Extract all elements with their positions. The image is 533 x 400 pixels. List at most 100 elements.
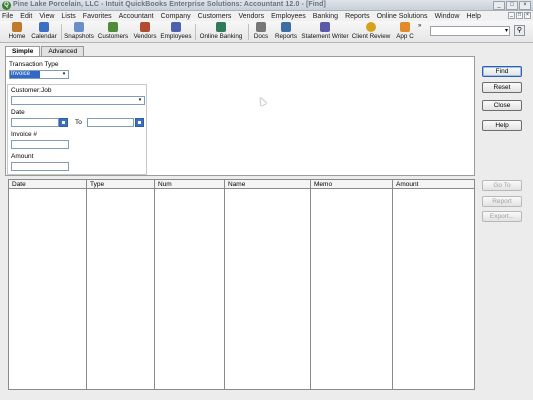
menu-banking[interactable]: Banking — [313, 13, 338, 20]
calendar-icon[interactable] — [59, 118, 68, 127]
tab-advanced[interactable]: Advanced — [41, 46, 85, 56]
chevron-down-icon[interactable]: ▾ — [60, 71, 68, 78]
window-title: Pine Lake Porcelain, LLC - Intuit QuickB… — [13, 1, 326, 8]
mdi-restore-button[interactable]: □ — [516, 12, 523, 19]
menu-company[interactable]: Company — [161, 13, 191, 20]
date-to-label: To — [75, 119, 82, 126]
chevron-down-icon[interactable]: ▾ — [136, 97, 144, 104]
search-input[interactable]: ▾ — [430, 26, 510, 36]
mdi-minimize-button[interactable]: _ — [508, 12, 515, 19]
close-button[interactable]: Close — [482, 100, 522, 111]
mdi-close-button[interactable]: × — [524, 12, 531, 19]
menu-vendors[interactable]: Vendors — [238, 13, 264, 20]
quickbooks-logo-icon: Q — [2, 1, 11, 10]
menu-favorites[interactable]: Favorites — [83, 13, 112, 20]
column-header-num[interactable]: Num — [158, 181, 172, 188]
menu-reports[interactable]: Reports — [345, 13, 370, 20]
transaction-type-label: Transaction Type — [9, 61, 59, 68]
reports-icon — [281, 22, 291, 32]
results-table[interactable]: Date Type Num Name Memo Amount — [8, 179, 475, 390]
customer-job-select[interactable]: ▾ — [11, 96, 145, 105]
find-tabs: Simple Advanced — [5, 46, 85, 57]
find-button[interactable]: Find — [482, 66, 522, 77]
column-header-memo[interactable]: Memo — [314, 181, 332, 188]
toolbar-employees[interactable]: Employees — [160, 22, 192, 42]
search-dropdown-icon[interactable]: ▾ — [505, 27, 508, 35]
toolbar-snapshots-label: Snapshots — [64, 33, 94, 40]
search-button[interactable]: ⚲ — [514, 25, 525, 36]
menu-help[interactable]: Help — [466, 13, 480, 20]
toolbar-docs-label: Docs — [253, 33, 269, 40]
column-type: Type — [87, 180, 155, 389]
menu-file[interactable]: File — [2, 13, 13, 20]
toolbar-app-center-label: App C — [396, 33, 414, 40]
column-memo: Memo — [311, 180, 393, 389]
report-button[interactable]: Report — [482, 196, 522, 207]
toolbar-separator — [195, 24, 196, 40]
maximize-button[interactable]: □ — [506, 1, 518, 10]
transaction-type-value: Invoice — [10, 71, 40, 78]
column-amount: Amount — [393, 180, 474, 389]
title-bar: Q Pine Lake Porcelain, LLC - Intuit Quic… — [0, 0, 533, 11]
mdi-controls: _ □ × — [508, 12, 531, 19]
toolbar-docs[interactable]: Docs — [251, 22, 271, 42]
toolbar-client-review[interactable]: Client Review — [351, 22, 391, 42]
menu-view[interactable]: View — [39, 13, 54, 20]
toolbar-online-banking[interactable]: Online Banking — [198, 22, 244, 42]
toolbar-app-center[interactable]: App C — [393, 22, 417, 42]
toolbar-separator — [248, 24, 249, 40]
toolbar-more-button[interactable]: » — [418, 23, 421, 29]
toolbar-calendar-label: Calendar — [31, 33, 57, 40]
reset-button[interactable]: Reset — [482, 82, 522, 93]
menu-window[interactable]: Window — [435, 13, 460, 20]
toolbar-snapshots[interactable]: Snapshots — [63, 22, 95, 42]
menu-employees[interactable]: Employees — [271, 13, 306, 20]
column-header-name[interactable]: Name — [228, 181, 245, 188]
online-banking-icon — [216, 22, 226, 32]
toolbar-home-label: Home — [8, 33, 26, 40]
statement-writer-icon — [320, 22, 330, 32]
window-controls: _ □ × — [493, 1, 531, 10]
toolbar-reports[interactable]: Reports — [273, 22, 299, 42]
docs-icon — [256, 22, 266, 32]
column-date: Date — [9, 180, 87, 389]
toolbar-home[interactable]: Home — [4, 22, 30, 42]
export-button[interactable]: Export... — [482, 211, 522, 222]
menu-edit[interactable]: Edit — [20, 13, 32, 20]
toolbar-reports-label: Reports — [274, 33, 298, 40]
transaction-type-select[interactable]: Invoice ▾ — [9, 70, 69, 79]
date-from-field[interactable] — [11, 118, 59, 127]
invoice-number-label: Invoice # — [11, 131, 38, 138]
column-name: Name — [225, 180, 311, 389]
calendar-icon[interactable] — [135, 118, 144, 127]
column-header-type[interactable]: Type — [90, 181, 104, 188]
go-to-button[interactable]: Go To — [482, 180, 522, 191]
menu-online-solutions[interactable]: Online Solutions — [377, 13, 428, 20]
toolbar-vendors[interactable]: Vendors — [131, 22, 159, 42]
toolbar-customers[interactable]: Customers — [96, 22, 130, 42]
toolbar-customers-label: Customers — [97, 33, 129, 40]
date-to-field[interactable] — [87, 118, 134, 127]
column-num: Num — [155, 180, 225, 389]
menu-lists[interactable]: Lists — [61, 13, 75, 20]
amount-field[interactable] — [11, 162, 69, 171]
toolbar-separator — [61, 24, 62, 40]
column-header-date[interactable]: Date — [12, 181, 26, 188]
icon-toolbar: Home Calendar Snapshots Customers Vendor… — [0, 21, 533, 43]
client-review-icon — [366, 22, 376, 32]
toolbar-employees-label: Employees — [160, 33, 192, 40]
toolbar-calendar[interactable]: Calendar — [30, 22, 58, 42]
menu-customers[interactable]: Customers — [198, 13, 232, 20]
amount-label: Amount — [11, 153, 34, 160]
help-button[interactable]: Help — [482, 120, 522, 131]
date-label: Date — [11, 109, 25, 116]
app-center-icon — [400, 22, 410, 32]
menu-accountant[interactable]: Accountant — [119, 13, 154, 20]
minimize-button[interactable]: _ — [493, 1, 505, 10]
search-icon: ⚲ — [516, 27, 523, 34]
close-window-button[interactable]: × — [519, 1, 531, 10]
customer-job-label: Customer:Job — [11, 87, 52, 94]
column-header-amount[interactable]: Amount — [396, 181, 418, 188]
toolbar-statement-writer[interactable]: Statement Writer — [301, 22, 349, 42]
invoice-number-field[interactable] — [11, 140, 69, 149]
